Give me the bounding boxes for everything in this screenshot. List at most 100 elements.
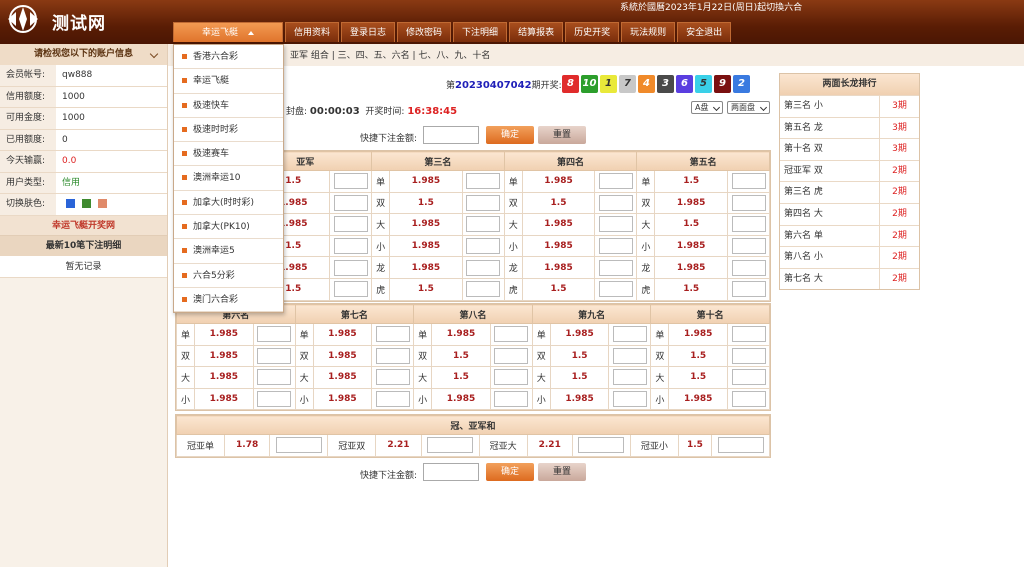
nav-draw-history[interactable]: 历史开奖 [565, 22, 620, 42]
dropdown-item[interactable]: 澳洲幸运5 [174, 239, 283, 264]
dropdown-item[interactable]: 加拿大(PK10) [174, 215, 283, 240]
nav-login-log[interactable]: 登录日志 [341, 22, 396, 42]
bet-amount-input[interactable] [731, 194, 766, 211]
dropdown-item[interactable]: 极速赛车 [174, 142, 283, 167]
bet-amount-input[interactable] [494, 369, 529, 386]
bet-odds[interactable]: 1.985 [549, 387, 610, 411]
confirm-button[interactable]: 确定 [486, 463, 534, 481]
nav-credit-info[interactable]: 信用资料 [285, 22, 340, 42]
bet-odds[interactable]: 1.985 [521, 170, 596, 193]
dropdown-item[interactable]: 澳门六合彩 [174, 288, 283, 313]
dropdown-item[interactable]: 幸运飞艇 [174, 69, 283, 94]
bet-amount-input[interactable] [257, 369, 292, 386]
sub-nav-links[interactable]: 亚军 组合 | 三、四、五、六名 | 七、八、九、十名 [290, 48, 490, 61]
bet-odds[interactable]: 1.985 [431, 387, 491, 411]
nav-bet-details[interactable]: 下注明细 [453, 22, 508, 42]
dropdown-item[interactable]: 六合5分彩 [174, 264, 283, 288]
bet-amount-input[interactable] [257, 326, 292, 343]
bet-amount-input[interactable] [717, 437, 764, 454]
bet-amount-input[interactable] [494, 326, 529, 343]
bet-amount-input[interactable] [731, 216, 766, 233]
quick-bet-input[interactable] [423, 463, 479, 481]
bet-odds[interactable]: 1.985 [312, 323, 373, 346]
bet-amount-input[interactable] [375, 391, 410, 408]
bet-amount-input[interactable] [466, 259, 501, 276]
bet-amount-input[interactable] [466, 194, 501, 211]
bet-odds[interactable]: 1.5 [389, 277, 463, 301]
nav-rules[interactable]: 玩法规则 [621, 22, 676, 42]
bet-amount-input[interactable] [731, 391, 766, 408]
bet-amount-input[interactable] [466, 281, 501, 298]
bet-amount-input[interactable] [598, 238, 633, 255]
bet-odds[interactable]: 1.5 [654, 277, 728, 301]
bet-odds[interactable]: 1.985 [389, 170, 463, 193]
bet-amount-input[interactable] [257, 391, 292, 408]
bet-amount-input[interactable] [375, 326, 410, 343]
bet-amount-input[interactable] [598, 194, 633, 211]
bet-amount-input[interactable] [612, 326, 647, 343]
bet-odds[interactable]: 1.5 [549, 344, 610, 368]
bet-odds[interactable]: 1.985 [312, 344, 373, 368]
reset-button[interactable]: 重置 [538, 126, 586, 144]
bet-amount-input[interactable] [375, 369, 410, 386]
market-select[interactable]: 两面盘 [727, 101, 770, 114]
bet-amount-input[interactable] [598, 259, 633, 276]
bet-odds[interactable]: 1.985 [521, 256, 596, 279]
bet-odds[interactable]: 1.5 [389, 191, 463, 215]
bet-odds[interactable]: 1.985 [389, 213, 463, 236]
bet-amount-input[interactable] [731, 259, 766, 276]
nav-lottery-select[interactable]: 幸运飞艇 [173, 22, 283, 42]
draw-site-link[interactable]: 幸运飞艇开奖网 [0, 215, 167, 236]
bet-amount-input[interactable] [333, 259, 368, 276]
bet-amount-input[interactable] [612, 369, 647, 386]
confirm-button[interactable]: 确定 [486, 126, 534, 144]
bet-amount-input[interactable] [375, 347, 410, 364]
bet-amount-input[interactable] [731, 281, 766, 298]
handicap-select[interactable]: A盘 [691, 101, 724, 114]
bet-odds[interactable]: 1.5 [668, 344, 728, 368]
bet-odds[interactable]: 1.985 [668, 387, 728, 411]
bet-odds[interactable]: 1.985 [668, 323, 728, 346]
bet-odds[interactable]: 1.5 [668, 366, 728, 389]
bet-amount-input[interactable] [494, 391, 529, 408]
bet-amount-input[interactable] [333, 194, 368, 211]
bet-amount-input[interactable] [731, 369, 766, 386]
bet-amount-input[interactable] [257, 347, 292, 364]
skin-blue-swatch[interactable] [66, 199, 75, 208]
dropdown-item[interactable]: 香港六合彩 [174, 45, 283, 70]
sum-odds[interactable]: 2.21 [375, 434, 422, 457]
bet-amount-input[interactable] [578, 437, 625, 454]
bet-amount-input[interactable] [333, 173, 368, 190]
bet-odds[interactable]: 1.985 [654, 256, 728, 279]
bet-amount-input[interactable] [612, 391, 647, 408]
bet-amount-input[interactable] [731, 238, 766, 255]
bet-amount-input[interactable] [731, 326, 766, 343]
dropdown-item[interactable]: 澳洲幸运10 [174, 166, 283, 191]
bet-odds[interactable]: 1.5 [549, 366, 610, 389]
bet-amount-input[interactable] [333, 281, 368, 298]
bet-odds[interactable]: 1.985 [389, 234, 463, 258]
bet-odds[interactable]: 1.985 [194, 344, 254, 368]
account-panel-title[interactable]: 请检视您以下的账户信息 [0, 44, 167, 65]
bet-amount-input[interactable] [466, 173, 501, 190]
bet-odds[interactable]: 1.985 [521, 213, 596, 236]
bet-odds[interactable]: 1.985 [521, 234, 596, 258]
bet-odds[interactable]: 1.985 [431, 323, 491, 346]
sum-odds[interactable]: 1.78 [223, 434, 271, 457]
dropdown-item[interactable]: 极速快车 [174, 94, 283, 118]
bet-odds[interactable]: 1.985 [549, 323, 610, 346]
bet-amount-input[interactable] [494, 347, 529, 364]
bet-amount-input[interactable] [466, 238, 501, 255]
bet-odds[interactable]: 1.5 [431, 344, 491, 368]
bet-odds[interactable]: 1.985 [654, 234, 728, 258]
bet-odds[interactable]: 1.985 [194, 387, 254, 411]
bet-amount-input[interactable] [731, 347, 766, 364]
bet-amount-input[interactable] [427, 437, 474, 454]
nav-settlement-report[interactable]: 结算报表 [509, 22, 564, 42]
bet-odds[interactable]: 1.985 [194, 323, 254, 346]
dropdown-item[interactable]: 极速时时彩 [174, 118, 283, 143]
bet-odds[interactable]: 1.5 [654, 213, 728, 236]
bet-odds[interactable]: 1.985 [312, 366, 373, 389]
bet-odds[interactable]: 1.5 [654, 170, 728, 193]
bet-odds[interactable]: 1.985 [312, 387, 373, 411]
